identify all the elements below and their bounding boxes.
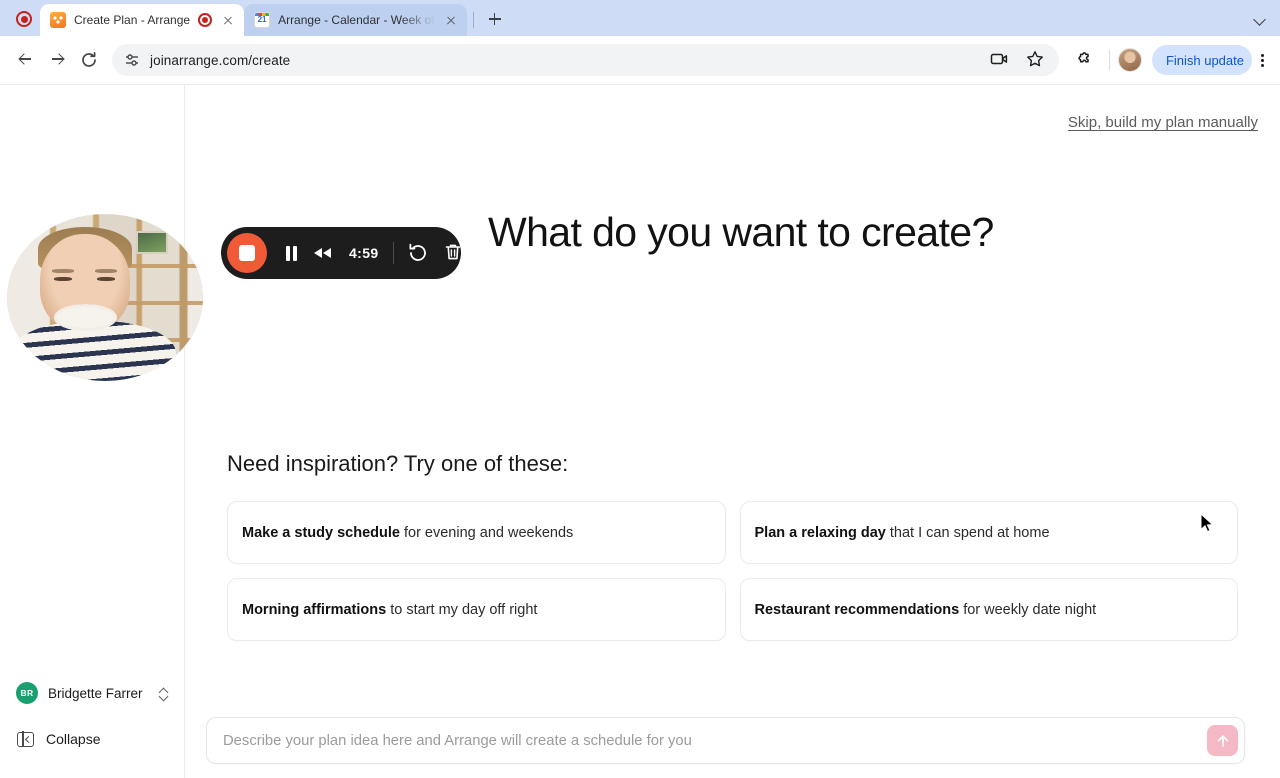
suggestion-card[interactable]: Plan a relaxing day that I can spend at … [740, 501, 1239, 564]
back-arrow-icon[interactable] [10, 45, 40, 75]
site-settings-icon[interactable] [124, 52, 140, 68]
reload-icon[interactable] [74, 45, 104, 75]
tab-recording-indicator-icon[interactable] [198, 13, 212, 27]
extensions-puzzle-icon[interactable] [1073, 49, 1095, 71]
rewind-icon[interactable] [311, 243, 337, 263]
star-icon[interactable] [1025, 49, 1047, 71]
forward-arrow-icon[interactable] [42, 45, 72, 75]
google-calendar-icon: 21 [254, 12, 270, 28]
suggestion-card-rest: that I can spend at home [886, 525, 1050, 541]
tab-title: Arrange - Calendar - Week of [278, 13, 435, 27]
omnibox-actions [989, 49, 1047, 71]
cast-icon[interactable] [989, 49, 1011, 71]
sidebar-footer: BR Bridgette Farrer M... Collapse [0, 676, 184, 754]
trash-icon[interactable] [442, 241, 466, 265]
user-name: Bridgette Farrer M... [48, 686, 146, 701]
finish-update-button[interactable]: Finish update [1152, 45, 1252, 75]
send-arrow-up-icon [1214, 732, 1232, 750]
page-title: What do you want to create? [488, 209, 994, 256]
suggestion-card-bold: Morning affirmations [242, 602, 386, 618]
person-brow [95, 269, 117, 273]
person-neckline [54, 304, 117, 331]
profile-avatar[interactable] [1118, 48, 1142, 72]
suggestion-card[interactable]: Morning affirmations to start my day off… [227, 578, 726, 641]
tab-strip-right [1248, 0, 1280, 36]
recording-timer: 4:59 [349, 245, 379, 261]
plan-description-input[interactable] [223, 733, 1207, 749]
suggestion-card-grid: Make a study schedule for evening and we… [227, 501, 1238, 641]
tab-create-plan[interactable]: Create Plan - Arrange [40, 4, 244, 36]
send-button[interactable] [1207, 725, 1238, 756]
recorder-divider [393, 242, 394, 264]
browser-toolbar: joinarrange.com/create [0, 36, 1280, 84]
webcam-self-view[interactable] [7, 214, 203, 381]
collapse-label: Collapse [46, 731, 100, 747]
wall-picture [136, 231, 167, 254]
tab-title: Create Plan - Arrange [74, 13, 190, 27]
avatar: BR [16, 682, 38, 704]
recording-control-bar: 4:59 [221, 227, 461, 279]
suggestion-card-bold: Plan a relaxing day [755, 525, 886, 541]
collapse-button[interactable]: Collapse [0, 724, 184, 754]
sidebar: BR Bridgette Farrer M... Collapse [0, 85, 185, 778]
suggestion-card[interactable]: Make a study schedule for evening and we… [227, 501, 726, 564]
url-text: joinarrange.com/create [150, 53, 290, 68]
finish-update-label: Finish update [1166, 53, 1244, 68]
suggestion-card-rest: for evening and weekends [400, 525, 573, 541]
chevron-down-icon[interactable] [1248, 6, 1272, 30]
tab-arrange-calendar[interactable]: 21 Arrange - Calendar - Week of [244, 4, 467, 36]
inspiration-section: Need inspiration? Try one of these: Make… [227, 451, 1238, 641]
restart-icon[interactable] [406, 241, 430, 265]
stop-recording-icon[interactable] [227, 233, 267, 273]
tab-divider [473, 12, 474, 28]
suggestion-card[interactable]: Restaurant recommendations for weekly da… [740, 578, 1239, 641]
main-content: Skip, build my plan manually What do you… [185, 85, 1280, 778]
suggestion-card-rest: to start my day off right [386, 602, 537, 618]
tab-strip: Create Plan - Arrange 21 Arrange - Calen… [0, 0, 1280, 36]
toolbar-divider [1109, 50, 1110, 70]
person-brow [52, 269, 74, 273]
browser-window: Create Plan - Arrange 21 Arrange - Calen… [0, 0, 1280, 778]
new-tab-button[interactable] [482, 6, 508, 32]
suggestion-card-bold: Make a study schedule [242, 525, 400, 541]
side-panel-icon [17, 732, 34, 747]
pause-icon[interactable] [279, 243, 305, 263]
up-down-chevron-icon [158, 685, 170, 701]
inspiration-title: Need inspiration? Try one of these: [227, 451, 1238, 477]
page-body: BR Bridgette Farrer M... Collapse Skip, … [0, 84, 1280, 778]
close-icon[interactable] [443, 12, 459, 28]
suggestion-card-rest: for weekly date night [959, 602, 1096, 618]
skip-build-manually-link[interactable]: Skip, build my plan manually [1068, 114, 1258, 131]
three-dot-menu-icon[interactable] [1254, 51, 1270, 69]
close-icon[interactable] [220, 12, 236, 28]
plan-composer [206, 717, 1245, 764]
user-switcher[interactable]: BR Bridgette Farrer M... [0, 676, 184, 710]
arrange-icon [50, 12, 66, 28]
suggestion-card-bold: Restaurant recommendations [755, 602, 960, 618]
address-bar[interactable]: joinarrange.com/create [112, 44, 1059, 76]
recording-indicator-icon[interactable] [16, 11, 32, 27]
